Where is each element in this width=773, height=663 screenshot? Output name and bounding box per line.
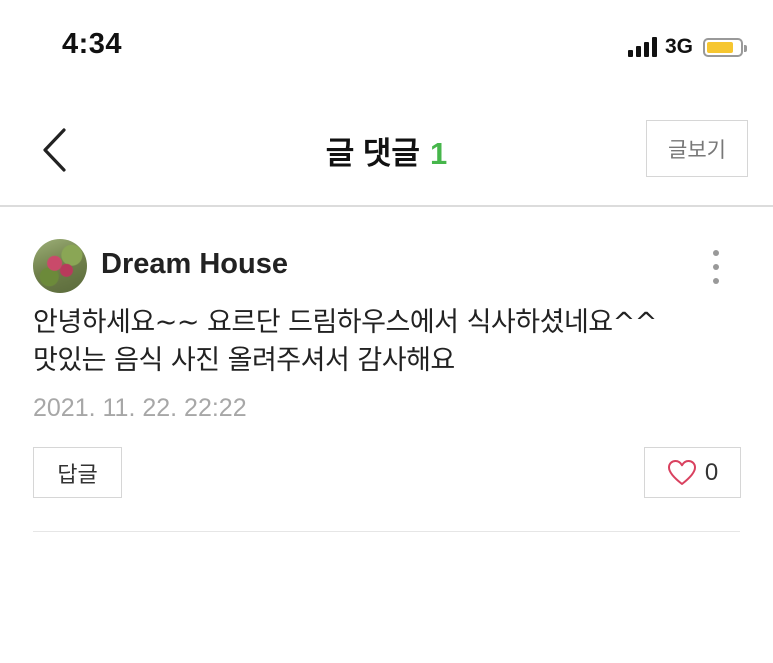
avatar[interactable] [33, 239, 87, 293]
signal-icon [627, 37, 657, 57]
comment-text-line: 맛있는 음식 사진 올려주셔서 감사해요 [33, 345, 455, 376]
status-indicators: 3G [627, 34, 747, 60]
battery-icon [703, 37, 747, 57]
comment-text: 안녕하세요~~ 요르단 드림하우스에서 식사하셨네요^^ 맛있는 음식 사진 올… [33, 304, 733, 380]
heart-outline-icon [667, 460, 696, 485]
like-count: 0 [704, 458, 719, 486]
page-title-text: 글 댓글 [325, 136, 420, 171]
status-time: 4:34 [62, 28, 123, 60]
comment-screen: 4:34 3G 글 댓글 1 글보기 Dream House 안녕하세요~~ 요르… [0, 0, 773, 663]
header-divider [0, 205, 773, 207]
comment-author[interactable]: Dream House [101, 248, 288, 281]
reply-button[interactable]: 답글 [33, 447, 122, 498]
comment-text-line: 안녕하세요~~ 요르단 드림하우스에서 식사하셨네요^^ [33, 307, 657, 338]
like-button[interactable]: 0 [644, 447, 741, 498]
more-options-button[interactable] [703, 245, 729, 289]
more-vertical-icon [713, 250, 719, 256]
network-type: 3G [664, 35, 693, 58]
view-post-button[interactable]: 글보기 [646, 120, 748, 177]
comment-date: 2021. 11. 22. 22:22 [33, 394, 247, 422]
comment-count: 1 [429, 136, 448, 171]
comment-divider [33, 531, 740, 532]
